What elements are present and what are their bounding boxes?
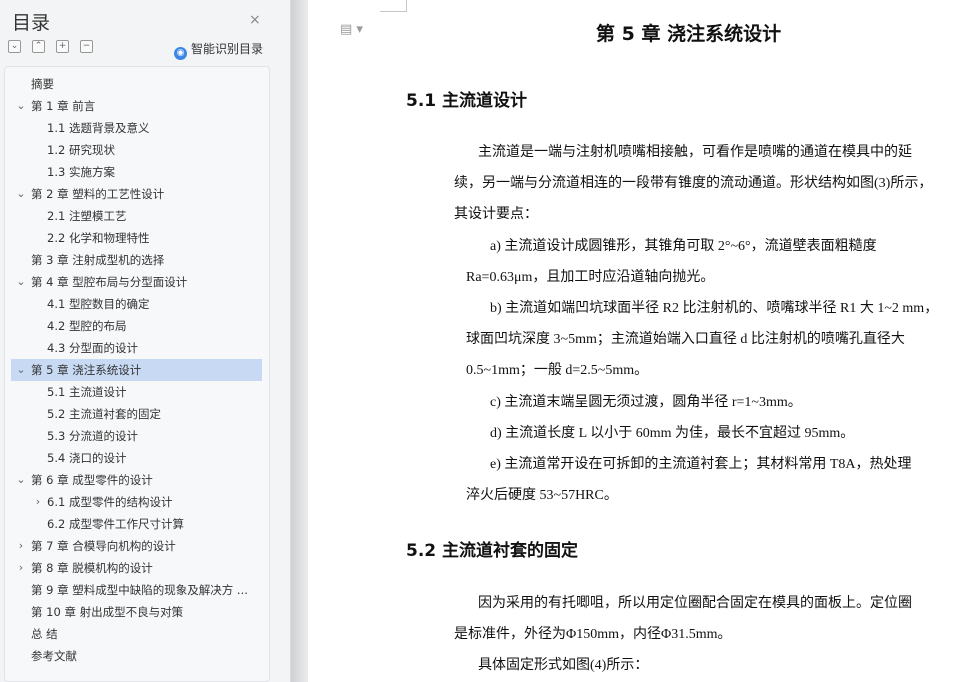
chapter-title: 第 5 章 浇注系统设计 [596, 23, 782, 45]
paragraph-line: 是标准件，外径为Φ150mm，内径Φ31.5mm。 [454, 627, 732, 642]
chevron-down-icon[interactable]: ⌄ [15, 183, 27, 205]
chevron-right-icon[interactable]: › [15, 535, 27, 557]
toc-item-4-2[interactable]: 4.2 型腔的布局 [5, 315, 269, 337]
toc-item-ch5[interactable]: ⌄ 第 5 章 浇注系统设计 [11, 359, 262, 381]
list-item-line: 0.5~1mm；一般 d=2.5~5mm。 [466, 363, 649, 378]
chevron-right-icon[interactable]: › [32, 491, 44, 513]
toc-list: 摘要 ⌄ 第 1 章 前言 1.1 选题背景及意义 1.2 研究现状 1.3 实施… [4, 66, 270, 682]
paragraph-line: 续，另一端与分流道相连的一段带有锥度的流动通道。形状结构如图(3)所示， [454, 176, 933, 191]
toc-item-abstract[interactable]: 摘要 [5, 73, 269, 95]
toc-item-5-4[interactable]: 5.4 浇口的设计 [5, 447, 269, 469]
list-item-line: 淬火后硬度 53~57HRC。 [466, 488, 618, 503]
toc-item-summary[interactable]: 总 结 [5, 623, 269, 645]
list-item-line: b) 主流道如端凹坑球面半径 R2 比注射机的、喷嘴球半径 R1 大 1~2 m… [490, 301, 939, 316]
chevron-down-icon[interactable]: ⌄ [15, 359, 27, 381]
toc-item-ch2[interactable]: ⌄ 第 2 章 塑料的工艺性设计 [5, 183, 269, 205]
paragraph-line: 主流道是一端与注射机喷嘴相接触，可看作是喷嘴的通道在模具中的延 [478, 145, 912, 160]
chevron-down-icon[interactable]: ⌄ [15, 271, 27, 293]
document-icon[interactable]: ▤ ▾ [340, 22, 363, 37]
toc-item-ch1[interactable]: ⌄ 第 1 章 前言 [5, 95, 269, 117]
list-item-line: a) 主流道设计成圆锥形，其锥角可取 2°~6°，流道壁表面粗糙度 [490, 239, 877, 254]
toc-item-5-3[interactable]: 5.3 分流道的设计 [5, 425, 269, 447]
list-item-line: c) 主流道末端呈圆无须过渡，圆角半径 r=1~3mm。 [490, 395, 802, 410]
toc-item-ch10[interactable]: 第 10 章 射出成型不良与对策 [5, 601, 269, 623]
paragraph-line: 其设计要点： [454, 207, 538, 222]
chevron-down-icon[interactable]: ⌄ [15, 95, 27, 117]
smart-toc-label: 智能识别目录 [191, 42, 264, 56]
cloud-icon: ◉ [174, 47, 187, 60]
toc-item-ch8[interactable]: › 第 8 章 脱模机构的设计 [5, 557, 269, 579]
toc-item-2-1[interactable]: 2.1 注塑模工艺 [5, 205, 269, 227]
toc-item-4-3[interactable]: 4.3 分型面的设计 [5, 337, 269, 359]
chevron-right-icon[interactable]: › [15, 557, 27, 579]
section-heading-5-1: 5.1 主流道设计 [406, 91, 528, 111]
smart-toc-button[interactable]: ◉ 智能识别目录 [174, 40, 263, 60]
close-icon[interactable]: × [249, 12, 261, 28]
toc-item-1-1[interactable]: 1.1 选题背景及意义 [5, 117, 269, 139]
toc-item-references[interactable]: 参考文献 [5, 645, 269, 667]
toc-item-ch6[interactable]: ⌄ 第 6 章 成型零件的设计 [5, 469, 269, 491]
expand-all-icon[interactable]: ⌄ [8, 40, 21, 53]
chevron-down-icon[interactable]: ⌄ [15, 469, 27, 491]
document-page[interactable]: ▤ ▾ 第 5 章 浇注系统设计 5.1 主流道设计 主流道是一端与注射机喷嘴相… [308, 0, 964, 682]
list-item-line: d) 主流道长度 L 以小于 60mm 为佳，最长不宜超过 95mm。 [490, 426, 855, 441]
page-gutter [291, 0, 307, 682]
paragraph-line: 具体固定形式如图(4)所示： [478, 658, 649, 673]
toc-item-5-2[interactable]: 5.2 主流道衬套的固定 [5, 403, 269, 425]
toc-item-ch3[interactable]: 第 3 章 注射成型机的选择 [5, 249, 269, 271]
toc-item-4-1[interactable]: 4.1 型腔数目的确定 [5, 293, 269, 315]
toc-item-1-2[interactable]: 1.2 研究现状 [5, 139, 269, 161]
toc-item-2-2[interactable]: 2.2 化学和物理特性 [5, 227, 269, 249]
section-heading-5-2: 5.2 主流道衬套的固定 [406, 541, 579, 561]
collapse-all-icon[interactable]: ⌃ [32, 40, 45, 53]
toc-item-5-1[interactable]: 5.1 主流道设计 [5, 381, 269, 403]
toc-item-6-1[interactable]: › 6.1 成型零件的结构设计 [5, 491, 269, 513]
sidebar-title: 目录 [12, 12, 51, 34]
toc-item-ch4[interactable]: ⌄ 第 4 章 型腔布局与分型面设计 [5, 271, 269, 293]
toc-item-ch9[interactable]: 第 9 章 塑料成型中缺陷的现象及解决方 ... [5, 579, 269, 601]
remove-heading-icon[interactable]: − [80, 40, 93, 53]
add-heading-icon[interactable]: + [56, 40, 69, 53]
toc-item-1-3[interactable]: 1.3 实施方案 [5, 161, 269, 183]
page-corner-mark [380, 0, 407, 12]
toc-item-ch7[interactable]: › 第 7 章 合模导向机构的设计 [5, 535, 269, 557]
list-item-line: Ra=0.63μm，且加工时应沿道轴向抛光。 [466, 270, 715, 285]
toc-item-6-2[interactable]: 6.2 成型零件工作尺寸计算 [5, 513, 269, 535]
toc-sidebar: 目录 × ⌄ ⌃ + − ◉ 智能识别目录 摘要 ⌄ 第 1 章 前言 1.1 选题… [0, 0, 291, 682]
paragraph-line: 因为采用的有托唧咀，所以用定位圈配合固定在模具的面板上。定位圈 [478, 596, 912, 611]
list-item-line: 球面凹坑深度 3~5mm；主流道始端入口直径 d 比注射机的喷嘴孔直径大 [466, 332, 905, 347]
list-item-line: e) 主流道常开设在可拆卸的主流道衬套上；其材料常用 T8A，热处理 [490, 457, 912, 472]
